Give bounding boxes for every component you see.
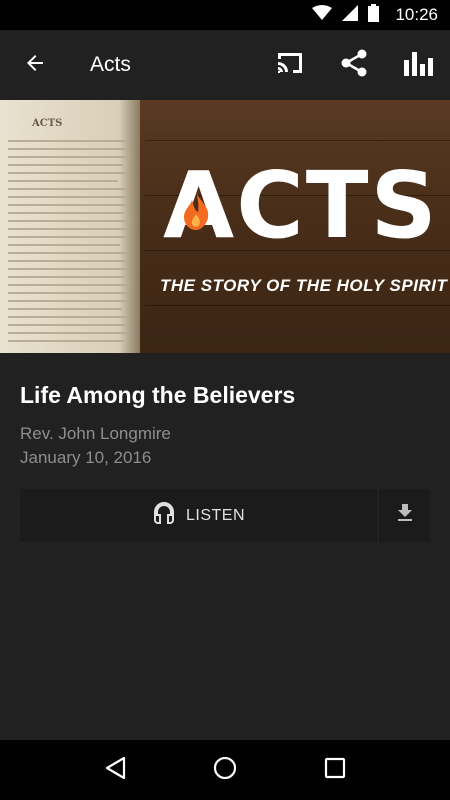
sermon-title: Life Among the Believers: [20, 382, 296, 408]
series-artwork: ACTS ACTS THE STORY OF THE HOLY SPIRIT: [0, 100, 450, 353]
download-icon: [393, 501, 417, 530]
cast-button[interactable]: [258, 30, 322, 100]
bible-page: ACTS: [0, 100, 140, 353]
back-button[interactable]: [0, 30, 70, 100]
signal-icon: [342, 4, 359, 26]
status-bar: 10:26: [0, 0, 450, 30]
nav-back-button[interactable]: [85, 740, 145, 800]
share-button[interactable]: [322, 30, 386, 100]
status-time: 10:26: [395, 5, 438, 24]
nav-recents-button[interactable]: [305, 740, 365, 800]
nav-home-button[interactable]: [195, 740, 255, 800]
stats-button[interactable]: [386, 30, 450, 100]
sermon-date: January 10, 2016: [20, 448, 152, 467]
system-nav-bar: [0, 740, 450, 800]
page-title: Acts: [90, 53, 131, 76]
arrow-left-icon: [23, 51, 47, 80]
bar-chart-icon: [403, 50, 433, 81]
sermon-speaker: Rev. John Longmire: [20, 424, 171, 443]
bible-page-header: ACTS: [32, 118, 63, 129]
battery-icon: [368, 3, 380, 27]
listen-button[interactable]: LISTEN: [20, 489, 377, 542]
share-icon: [339, 48, 369, 83]
series-subtitle-art: THE STORY OF THE HOLY SPIRIT: [160, 276, 448, 295]
media-actions: LISTEN: [20, 489, 430, 542]
cast-icon: [275, 51, 305, 80]
app-bar: Acts: [0, 30, 450, 100]
headphones-icon: [152, 501, 176, 530]
download-button[interactable]: [379, 489, 430, 542]
flame-icon: [182, 192, 210, 235]
triangle-back-icon: [104, 756, 126, 785]
square-recents-icon: [324, 757, 346, 784]
circle-home-icon: [213, 756, 237, 785]
listen-label: LISTEN: [185, 506, 245, 524]
sermon-info: Life Among the Believers Rev. John Longm…: [20, 378, 430, 470]
wifi-icon: [312, 4, 333, 26]
